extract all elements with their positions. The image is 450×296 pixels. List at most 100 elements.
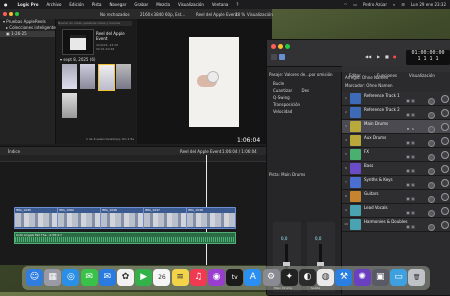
fcp-close-dot[interactable] bbox=[3, 12, 7, 16]
inspector-row[interactable]: Q-Swing bbox=[273, 95, 290, 100]
volume-knob[interactable] bbox=[441, 165, 449, 173]
fcp-filter-dropdown[interactable]: No rechazados bbox=[100, 12, 130, 17]
menu-help[interactable]: ? bbox=[236, 2, 238, 7]
pan-knob[interactable] bbox=[428, 154, 435, 161]
fcp-minimize-dot[interactable] bbox=[9, 12, 13, 16]
video-clip[interactable]: IMG_1047 bbox=[143, 207, 187, 229]
notes-icon[interactable]: ≡ bbox=[171, 269, 189, 286]
mute-button[interactable]: M bbox=[406, 183, 410, 187]
region-section-header[interactable]: Pasaje: Valores de...por omisión bbox=[269, 72, 339, 78]
track-name[interactable]: FX bbox=[364, 149, 369, 154]
clip-thumbnail[interactable] bbox=[98, 64, 115, 91]
mute-button[interactable]: M bbox=[406, 169, 410, 173]
fcp-project-name[interactable]: Reel del Apple Event bbox=[196, 12, 237, 17]
solo-button[interactable]: S bbox=[411, 169, 415, 173]
video-clip[interactable]: IMG_1062 bbox=[57, 207, 101, 229]
video-clip[interactable]: IMG_1046 bbox=[100, 207, 144, 229]
sidebar-item-event[interactable]: ▣ 1-26-25 bbox=[0, 31, 55, 37]
track-header[interactable]: 8 Guitars M S bbox=[342, 190, 450, 204]
video-frame[interactable] bbox=[189, 37, 239, 127]
tv-icon[interactable]: tv bbox=[226, 269, 244, 286]
menu-edicion[interactable]: Edición bbox=[69, 2, 83, 7]
pan-knob[interactable] bbox=[428, 126, 435, 133]
mute-button[interactable]: M bbox=[406, 211, 410, 215]
pan-knob[interactable] bbox=[428, 224, 435, 231]
messages-icon[interactable]: ✉ bbox=[80, 269, 98, 286]
pan-knob[interactable] bbox=[428, 112, 435, 119]
apple-menu-icon[interactable]: ● bbox=[4, 2, 8, 7]
track-name[interactable]: Lead Vocals bbox=[364, 205, 388, 210]
music-icon[interactable]: ♫ bbox=[189, 269, 207, 286]
inspector-button[interactable] bbox=[279, 54, 285, 60]
pan-knob[interactable] bbox=[428, 140, 435, 147]
volume-knob[interactable] bbox=[441, 123, 449, 131]
mute-button[interactable]: M bbox=[406, 127, 410, 131]
track-name[interactable]: Synths & Keys bbox=[364, 177, 393, 182]
volume-knob[interactable] bbox=[441, 109, 449, 117]
timeline[interactable]: IMG_1045 IMG_1062 IMG_1046 IMG_1047 IMG_… bbox=[0, 155, 272, 265]
menu-ventana[interactable]: Ventana bbox=[212, 2, 228, 7]
folder-icon[interactable]: ▭ bbox=[390, 269, 407, 286]
rewind-button[interactable]: ◀◀ bbox=[365, 54, 371, 59]
audio-clip[interactable]: Until Angels Fall The - 0:58:4.7 bbox=[14, 232, 236, 244]
safari-icon[interactable]: ◎ bbox=[62, 269, 80, 286]
stop-button[interactable]: ■ bbox=[385, 54, 389, 59]
launchpad-icon[interactable]: ▦ bbox=[44, 269, 62, 286]
xcode-icon[interactable]: ⚒ bbox=[335, 269, 353, 286]
trash-icon[interactable]: 🗑 bbox=[408, 269, 426, 286]
logic-close-dot[interactable] bbox=[271, 44, 276, 49]
search-input[interactable]: Buscar en rutas, palabras clave y marcas bbox=[58, 21, 132, 26]
solo-button[interactable]: S bbox=[411, 225, 415, 229]
track-name[interactable]: Harmonies & Doubles bbox=[364, 219, 408, 224]
facetime-icon[interactable]: ▶ bbox=[135, 269, 153, 286]
solo-button[interactable]: S bbox=[411, 155, 415, 159]
pan-knob[interactable] bbox=[428, 98, 435, 105]
menu-pista[interactable]: Pista bbox=[92, 2, 102, 7]
pan-knob[interactable] bbox=[428, 210, 435, 217]
track-header[interactable]: 5 FX M S bbox=[342, 148, 450, 162]
track-header[interactable]: 4 Aux Drums M S bbox=[342, 134, 450, 148]
volume-knob[interactable] bbox=[441, 95, 449, 103]
clip-thumbnail[interactable] bbox=[116, 64, 131, 89]
video-clip[interactable]: IMG_1045 bbox=[14, 207, 58, 229]
menu-navegar[interactable]: Navegar bbox=[109, 2, 126, 7]
mute-button[interactable]: M bbox=[406, 197, 410, 201]
mail-icon[interactable]: ✉ bbox=[98, 269, 116, 286]
app-store-icon[interactable]: A bbox=[244, 269, 262, 286]
inspector-row[interactable]: Bucle bbox=[273, 81, 284, 86]
quantize-value[interactable]: Des bbox=[301, 88, 309, 93]
logic-zoom-dot[interactable] bbox=[285, 44, 290, 49]
library-button[interactable] bbox=[271, 54, 277, 60]
fcp-zoom-dot[interactable] bbox=[15, 12, 19, 16]
menu-mezcla[interactable]: Mezcla bbox=[156, 2, 170, 7]
logic-minimize-dot[interactable] bbox=[278, 44, 283, 49]
marker-track[interactable]: Marcador: Ohne Namen bbox=[345, 83, 393, 88]
mute-button[interactable]: M bbox=[406, 141, 410, 145]
track-header[interactable]: 3 Main Drums M S bbox=[342, 120, 450, 134]
volume-knob[interactable] bbox=[441, 207, 449, 215]
track-name[interactable]: Reference Track 2 bbox=[364, 107, 400, 112]
solo-button[interactable]: S bbox=[411, 141, 415, 145]
volume-knob[interactable] bbox=[441, 151, 449, 159]
battery-icon[interactable]: ▭ bbox=[353, 2, 357, 7]
solo-button[interactable]: S bbox=[411, 197, 415, 201]
chrome-icon[interactable]: ◍ bbox=[317, 269, 335, 286]
photos-icon[interactable]: ✿ bbox=[117, 269, 134, 286]
final-cut-icon[interactable]: ✦ bbox=[280, 269, 298, 286]
mute-button[interactable]: M bbox=[406, 99, 410, 103]
project-thumbnail[interactable] bbox=[62, 29, 94, 55]
volume-knob[interactable] bbox=[441, 179, 449, 187]
volume-knob[interactable] bbox=[441, 193, 449, 201]
compressor-icon[interactable]: ▣ bbox=[371, 269, 389, 286]
solo-button[interactable]: S bbox=[411, 183, 415, 187]
track-header[interactable]: 1 Reference Track 1 MS bbox=[342, 92, 450, 106]
track-name[interactable]: Reference Track 1 bbox=[364, 93, 400, 98]
solo-button[interactable]: S bbox=[411, 99, 415, 103]
system-settings-icon[interactable]: ⚙ bbox=[262, 269, 280, 286]
track-header[interactable]: 10 Harmonies & Doubles M S bbox=[342, 218, 450, 232]
volume-knob[interactable] bbox=[441, 221, 449, 229]
menu-clock[interactable]: Lun 29 ene 23:32 bbox=[411, 2, 446, 7]
clip-thumbnail[interactable] bbox=[62, 64, 77, 89]
motion-icon[interactable]: ✺ bbox=[353, 269, 371, 286]
track-name[interactable]: Aux Drums bbox=[364, 135, 386, 140]
